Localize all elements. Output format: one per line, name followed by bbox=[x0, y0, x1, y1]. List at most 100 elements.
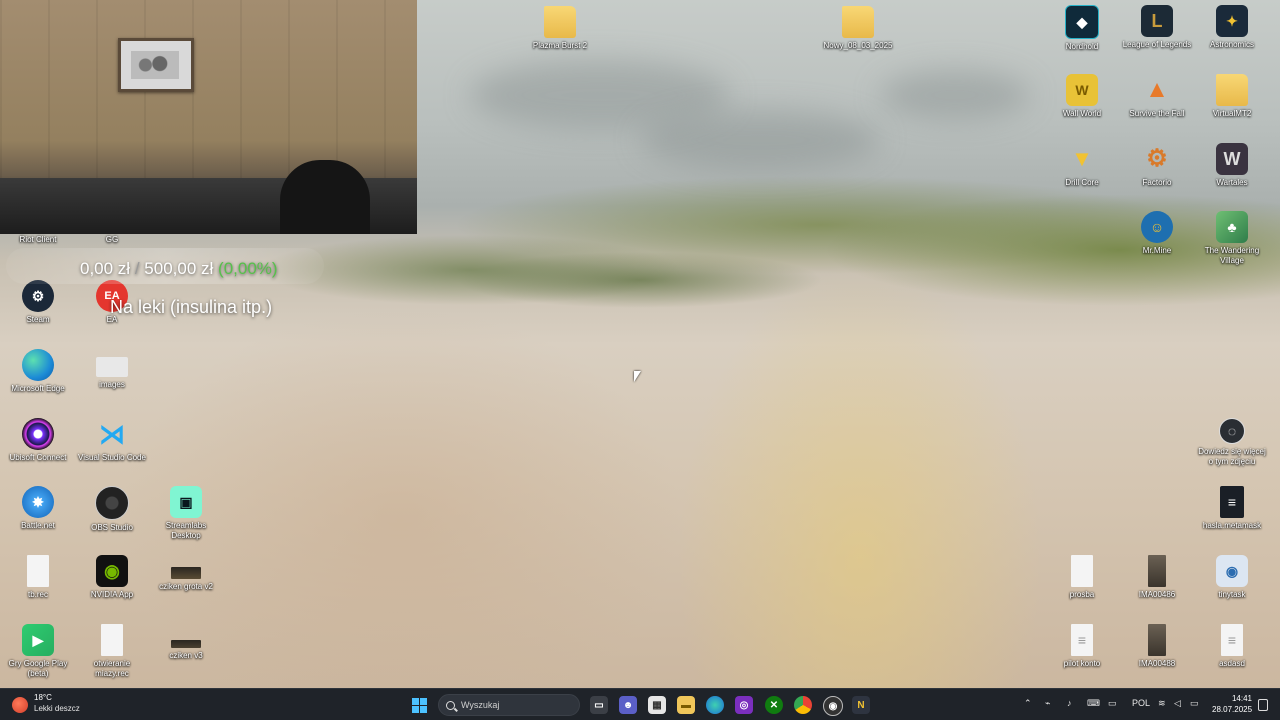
document-icon bbox=[1071, 555, 1093, 587]
archive-file-icon: ≡ bbox=[1220, 486, 1244, 518]
desktop-icon-factorio[interactable]: ⚙ Factorio bbox=[1121, 143, 1193, 188]
video-thumbnail-icon bbox=[171, 567, 201, 579]
tray-app-icon[interactable]: ⌁ bbox=[1045, 698, 1050, 709]
desktop-icon-battle-net[interactable]: ✸ Battle.net bbox=[2, 486, 74, 531]
steam-icon: ⚙ bbox=[22, 280, 54, 312]
chrome-icon[interactable] bbox=[794, 696, 812, 714]
weather-description[interactable]: Lekki deszcz bbox=[34, 704, 80, 713]
document-icon: ≡ bbox=[1221, 624, 1243, 656]
desktop-icon-nvidia-app[interactable]: ◉ NVIDIA App bbox=[76, 555, 148, 600]
teams-icon[interactable]: ☻ bbox=[619, 696, 637, 714]
image-thumbnail-icon bbox=[1148, 624, 1166, 656]
document-icon bbox=[27, 555, 49, 587]
wifi-icon[interactable]: ≋ bbox=[1158, 698, 1166, 709]
desktop-icon-ubisoft-connect[interactable]: Ubisoft Connect bbox=[2, 418, 74, 463]
wall-world-icon: W bbox=[1066, 74, 1098, 106]
camera-info-icon: ◌ bbox=[1219, 418, 1245, 444]
desktop-icon-astronomics[interactable]: ✦ Astronomics bbox=[1196, 5, 1268, 50]
battery-icon[interactable]: ▭ bbox=[1190, 698, 1199, 709]
donation-percent: (0,00%) bbox=[218, 259, 278, 278]
windows-logo-icon bbox=[411, 697, 427, 713]
desktop-icon-streamlabs-desktop[interactable]: ▣ Streamlabs Desktop bbox=[150, 486, 222, 541]
desktop-icon-mr-mine[interactable]: ☺ Mr.Mine bbox=[1121, 211, 1193, 256]
video-thumbnail-icon bbox=[171, 640, 201, 648]
desktop-icon-drill-core[interactable]: ▼ Drill Core bbox=[1046, 143, 1118, 188]
desktop-icon-wartales[interactable]: W Wartales bbox=[1196, 143, 1268, 188]
desktop-icon-ima00486[interactable]: IMA00486 bbox=[1121, 555, 1193, 600]
desktop-icon-visual-studio-code[interactable]: ⋊ Visual Studio Code bbox=[76, 418, 148, 463]
framed-photo bbox=[118, 38, 194, 92]
clock-time[interactable]: 14:41 bbox=[1228, 694, 1252, 703]
image-thumbnail-icon bbox=[1148, 555, 1166, 587]
desktop-icon-images[interactable]: images bbox=[76, 349, 148, 390]
weather-temperature[interactable]: 18°C bbox=[34, 693, 52, 702]
tray-overflow-chevron-icon[interactable]: ⌃ bbox=[1024, 698, 1032, 709]
edge-taskbar-icon[interactable] bbox=[706, 696, 724, 714]
desktop-icon-plazma-burst[interactable]: Plazma Burst 2 bbox=[524, 6, 596, 51]
image-file-icon bbox=[96, 357, 128, 377]
store-icon[interactable]: ▦ bbox=[648, 696, 666, 714]
notification-bell-icon[interactable] bbox=[1258, 699, 1268, 711]
desktop-icon-cziken-grota[interactable]: cziken grota v2 bbox=[150, 555, 222, 592]
mr-mine-icon: ☺ bbox=[1141, 211, 1173, 243]
desktop-icon-ima00488[interactable]: IMA00488 bbox=[1121, 624, 1193, 669]
vscode-icon: ⋊ bbox=[99, 419, 125, 449]
astronomics-icon: ✦ bbox=[1216, 5, 1248, 37]
weather-icon[interactable] bbox=[12, 697, 28, 713]
microphone-icon[interactable]: ♪ bbox=[1067, 698, 1072, 708]
factorio-gear-icon: ⚙ bbox=[1146, 145, 1168, 172]
camera-app-icon[interactable]: ◎ bbox=[735, 696, 753, 714]
language-indicator[interactable]: POL bbox=[1132, 698, 1150, 708]
desktop-icon-pilot-konto[interactable]: ≡ pilot konto bbox=[1046, 624, 1118, 669]
desktop-icon-steam[interactable]: ⚙ Steam bbox=[2, 280, 74, 325]
battle-net-icon: ✸ bbox=[22, 486, 54, 518]
keyboard-icon[interactable]: ⌨ bbox=[1087, 698, 1100, 709]
folder-icon bbox=[544, 6, 576, 38]
desktop-icon-microsoft-edge[interactable]: Microsoft Edge bbox=[2, 349, 74, 394]
obs-taskbar-icon[interactable]: ◉ bbox=[823, 696, 843, 716]
search-placeholder: Wyszukaj bbox=[461, 700, 500, 710]
desktop-icon-league-of-legends[interactable]: L League of Legends bbox=[1121, 5, 1193, 50]
desktop-icon-nordhold[interactable]: ◆ Nordhold bbox=[1046, 5, 1118, 52]
folder-icon bbox=[842, 6, 874, 38]
donation-goal-title: Na leki (insulina itp.) bbox=[110, 297, 273, 317]
desktop-icon-obs-studio[interactable]: OBS Studio bbox=[76, 486, 148, 533]
file-explorer-icon[interactable]: ▬ bbox=[677, 696, 695, 714]
taskbar-search[interactable]: Wyszukaj bbox=[438, 694, 580, 716]
desktop-icon-gry-google-play[interactable]: ▶ Gry Google Play (beta) bbox=[2, 624, 74, 679]
display-icon[interactable]: ▭ bbox=[1108, 698, 1117, 709]
clock-date[interactable]: 28.07.2025 bbox=[1212, 705, 1252, 714]
notepad-plus-icon[interactable]: N bbox=[852, 696, 870, 714]
donation-target: 500,00 zł bbox=[144, 259, 214, 278]
taskbar: 18°C Lekki deszcz Wyszukaj ▭ ☻ ▦ ▬ ◎ ✕ ◉… bbox=[0, 688, 1280, 720]
desktop-icon-otwieranie[interactable]: otwieranie miazy.rec bbox=[76, 624, 148, 679]
desktop-icon-virtualmt2[interactable]: VirtualMT2 bbox=[1196, 74, 1268, 119]
desktop-icon-tb-rec[interactable]: tb.rec bbox=[2, 555, 74, 600]
nvidia-icon: ◉ bbox=[96, 555, 128, 587]
webcam-overlay bbox=[0, 0, 417, 234]
donation-separator: / bbox=[134, 259, 140, 278]
desktop-icon-hasla-metamask[interactable]: ≡ hasla.metamask bbox=[1196, 486, 1268, 531]
survive-the-fall-icon: ▲ bbox=[1145, 76, 1169, 103]
search-icon bbox=[446, 701, 455, 710]
desktop-icon-wall-world[interactable]: W Wall World bbox=[1046, 74, 1118, 119]
desktop-icon-survive-the-fall[interactable]: ▲ Survive the Fall bbox=[1121, 74, 1193, 119]
document-icon bbox=[101, 624, 123, 656]
task-view-icon[interactable]: ▭ bbox=[590, 696, 608, 714]
edge-icon bbox=[22, 349, 54, 381]
wandering-village-icon: ♣ bbox=[1216, 211, 1248, 243]
xbox-icon[interactable]: ✕ bbox=[765, 696, 783, 714]
donation-current: 0,00 zł bbox=[80, 259, 131, 278]
desktop-icon-cziken-v3[interactable]: cziken v3 bbox=[150, 624, 222, 661]
desktop-icon-prosba[interactable]: prosba bbox=[1046, 555, 1118, 600]
desktop-icon-tinytask[interactable]: ◉ tinytask bbox=[1196, 555, 1268, 600]
desktop-icon-nowy-folder[interactable]: Nowy_08_03_2025 bbox=[822, 6, 894, 51]
desktop-icon-the-wandering-village[interactable]: ♣ The Wandering Village bbox=[1196, 211, 1268, 266]
volume-icon[interactable]: ◁ bbox=[1174, 698, 1181, 709]
person-silhouette bbox=[280, 160, 370, 234]
desktop-icon-asdasd[interactable]: ≡ asdasd bbox=[1196, 624, 1268, 669]
start-button[interactable] bbox=[410, 696, 428, 714]
wartales-icon: W bbox=[1216, 143, 1248, 175]
obs-icon bbox=[95, 486, 129, 520]
desktop-icon-dowiedz-sie[interactable]: ◌ Dowiedz się więcej o tym zdjęciu bbox=[1196, 418, 1268, 467]
